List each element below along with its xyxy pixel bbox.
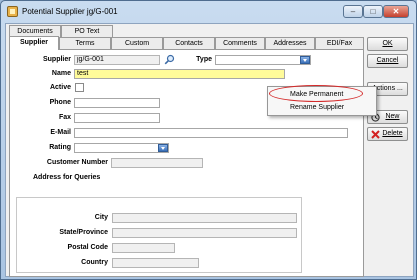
tab-supplier[interactable]: Supplier xyxy=(9,36,59,50)
type-select[interactable] xyxy=(215,55,311,65)
state-province-label: State/Province xyxy=(59,229,108,236)
postal-code-label: Postal Code xyxy=(67,244,108,251)
client-area: Documents PO Text Supplier Terms Custom … xyxy=(5,23,414,277)
menu-item-make-permanent[interactable]: Make Permanent xyxy=(270,89,374,101)
cancel-button[interactable]: Cancel xyxy=(367,54,408,68)
menu-item-rename-supplier[interactable]: Rename Supplier xyxy=(270,102,374,114)
name-field[interactable]: test xyxy=(74,69,285,79)
actions-context-menu: Make Permanent Rename Supplier xyxy=(267,86,377,116)
rating-label: Rating xyxy=(49,144,71,151)
phone-label: Phone xyxy=(49,99,71,106)
rating-select[interactable] xyxy=(74,143,169,153)
minimize-button[interactable]: – xyxy=(343,5,363,18)
supplier-label: Supplier xyxy=(42,56,71,63)
tab-po-text[interactable]: PO Text xyxy=(61,25,113,37)
city-field[interactable] xyxy=(112,213,297,223)
name-label: Name xyxy=(51,70,71,77)
close-button[interactable]: ✕ xyxy=(383,5,409,18)
tab-contacts[interactable]: Contacts xyxy=(163,37,215,49)
tab-comments[interactable]: Comments xyxy=(215,37,265,49)
fax-label: Fax xyxy=(58,114,71,121)
customer-number-field[interactable] xyxy=(111,158,203,168)
tab-terms[interactable]: Terms xyxy=(59,37,111,49)
maximize-button[interactable]: □ xyxy=(363,5,383,18)
country-field[interactable] xyxy=(112,258,199,268)
tab-custom[interactable]: Custom xyxy=(111,37,163,49)
chevron-down-icon[interactable] xyxy=(158,144,168,152)
email-field[interactable] xyxy=(74,128,348,138)
supplier-window: Potential Supplier jg/G-001 – □ ✕ Docume… xyxy=(0,0,417,280)
type-label: Type xyxy=(196,56,212,63)
country-label: Country xyxy=(81,259,108,266)
active-label: Active xyxy=(49,84,71,91)
delete-label: Delete xyxy=(382,130,403,137)
city-label: City xyxy=(94,214,108,221)
supplier-field[interactable]: jg/G-001 xyxy=(74,55,160,65)
state-province-field[interactable] xyxy=(112,228,297,238)
tab-addresses[interactable]: Addresses xyxy=(265,37,315,49)
active-checkbox[interactable] xyxy=(75,83,84,92)
chevron-down-icon[interactable] xyxy=(300,56,310,64)
window-title: Potential Supplier jg/G-001 xyxy=(22,7,118,16)
fax-field[interactable] xyxy=(74,113,160,123)
new-label: New xyxy=(385,113,400,120)
address-group-title: Address for Queries xyxy=(33,174,101,181)
phone-field[interactable] xyxy=(74,98,160,108)
address-group: City State/Province Postal Code Country xyxy=(16,197,302,273)
app-icon xyxy=(7,6,18,17)
customer-number-label: Customer Number xyxy=(46,159,108,166)
tab-edi-fax[interactable]: EDI/Fax xyxy=(315,37,364,49)
postal-code-field[interactable] xyxy=(112,243,175,253)
ok-button[interactable]: OK xyxy=(367,37,408,51)
title-bar[interactable]: Potential Supplier jg/G-001 – □ ✕ xyxy=(1,1,416,23)
email-label: E-Mail xyxy=(50,129,71,136)
search-icon[interactable] xyxy=(164,54,175,65)
delete-icon xyxy=(371,130,380,139)
delete-button[interactable]: Delete xyxy=(367,127,408,141)
